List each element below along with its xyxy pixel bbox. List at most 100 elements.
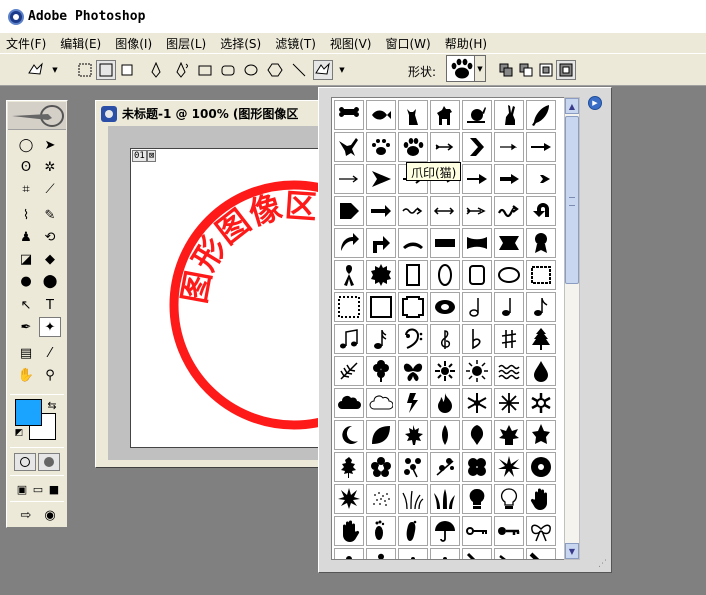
shape-grid-scrollbar[interactable]: ▲ ▼ xyxy=(564,97,580,560)
polygon-option[interactable] xyxy=(265,60,285,80)
menu-view[interactable]: 视图(V) xyxy=(330,35,372,52)
fill-pixels-button[interactable] xyxy=(117,60,137,80)
shape-cell-half-note[interactable] xyxy=(462,292,492,322)
shape-cell-frame-ornate[interactable] xyxy=(462,260,492,290)
type-tool[interactable]: T xyxy=(39,295,61,315)
scroll-thumb[interactable] xyxy=(565,116,579,284)
shape-cell-leaf-thin[interactable] xyxy=(430,420,460,450)
shape-cell-bass-clef[interactable] xyxy=(398,324,428,354)
shape-cell-tree[interactable] xyxy=(526,324,556,354)
brush-tool[interactable]: ✎ xyxy=(39,205,61,225)
shape-cell-starburst[interactable] xyxy=(494,452,524,482)
jump-to-imageready-icon[interactable]: ⇨ xyxy=(13,505,39,525)
shape-cell-fish[interactable] xyxy=(366,100,396,130)
menu-layer[interactable]: 图层(L) xyxy=(166,35,206,52)
shape-cell-stroke-3[interactable] xyxy=(526,548,556,559)
shape-cell-grass-thin[interactable] xyxy=(398,484,428,514)
shape-cell-puzzle-2[interactable] xyxy=(366,548,396,559)
magic-wand-tool[interactable]: ✲ xyxy=(39,157,61,177)
shape-cell-flower-petal[interactable] xyxy=(462,452,492,482)
shape-cell-snowflake-3[interactable] xyxy=(526,388,556,418)
rectangle-option[interactable] xyxy=(195,60,215,80)
shape-cell-paw-cat[interactable] xyxy=(398,132,428,162)
shape-cell-seal[interactable] xyxy=(366,260,396,290)
shape-cell-snowflake-2[interactable] xyxy=(494,388,524,418)
intersect-shape-area-button[interactable] xyxy=(536,60,556,80)
shape-cell-leaf-maple-2[interactable] xyxy=(494,420,524,450)
shape-cell-frame-dashed[interactable] xyxy=(334,292,364,322)
shape-options-dropdown-icon[interactable]: ▼ xyxy=(337,60,347,80)
shape-cell-puzzle-4[interactable] xyxy=(430,548,460,559)
shape-cell-beamed-notes[interactable] xyxy=(334,324,364,354)
menu-select[interactable]: 选择(S) xyxy=(220,35,261,52)
shape-cell-lightning[interactable] xyxy=(398,388,428,418)
add-to-shape-area-button[interactable] xyxy=(496,60,516,80)
shape-cell-sixteenth-note[interactable] xyxy=(366,324,396,354)
tool-preset-dropdown-icon[interactable]: ▼ xyxy=(50,60,60,80)
tool-preset-picker[interactable] xyxy=(26,60,46,80)
shape-cell-frame-round[interactable] xyxy=(494,260,524,290)
shape-cell-flower-5[interactable] xyxy=(366,452,396,482)
shape-picker[interactable]: ▼ xyxy=(446,55,486,82)
swap-colors-icon[interactable]: ⇆ xyxy=(41,395,63,415)
custom-shape-option[interactable] xyxy=(313,60,333,80)
paths-button[interactable] xyxy=(96,60,116,80)
shape-cell-dog[interactable] xyxy=(430,100,460,130)
imageready-icon[interactable]: ◉ xyxy=(39,505,61,525)
shape-cell-quill[interactable] xyxy=(526,100,556,130)
custom-shape-tool[interactable]: ✦ xyxy=(39,317,61,337)
shape-cell-key-old[interactable] xyxy=(462,516,492,546)
shape-cell-puzzle-3[interactable] xyxy=(398,548,428,559)
standard-mode-button[interactable] xyxy=(14,453,36,471)
shape-cell-maple-leaf[interactable] xyxy=(398,420,428,450)
shape-cell-arrow-feather[interactable] xyxy=(430,132,460,162)
resize-grip-icon[interactable]: ⋰ xyxy=(598,559,610,571)
ellipse-option[interactable] xyxy=(241,60,261,80)
line-option[interactable] xyxy=(289,60,309,80)
shape-picker-dropdown-icon[interactable]: ▼ xyxy=(474,56,485,81)
menu-window[interactable]: 窗口(W) xyxy=(385,35,430,52)
exclude-shape-area-button[interactable] xyxy=(556,60,576,80)
freeform-pen-option[interactable] xyxy=(171,60,191,80)
move-tool[interactable]: ➤ xyxy=(39,135,61,155)
shape-cell-hand-left[interactable] xyxy=(334,516,364,546)
scroll-up-icon[interactable]: ▲ xyxy=(565,98,579,114)
shape-cell-flower-round[interactable] xyxy=(526,452,556,482)
shape-cell-butterfly[interactable] xyxy=(398,356,428,386)
shape-cell-quarter-note[interactable] xyxy=(494,292,524,322)
pen-option[interactable] xyxy=(146,60,166,80)
shape-cell-arrow-curve[interactable] xyxy=(334,228,364,258)
shape-cell-bone[interactable] xyxy=(334,100,364,130)
shape-cell-frame-eye[interactable] xyxy=(430,292,460,322)
shape-cell-clover[interactable] xyxy=(366,356,396,386)
menu-file[interactable]: 文件(F) xyxy=(6,35,46,52)
shape-cell-foot-bare[interactable] xyxy=(398,516,428,546)
shape-cell-leaf-pointed[interactable] xyxy=(526,420,556,450)
shape-cell-arrow-bold[interactable] xyxy=(366,196,396,226)
document-title-bar[interactable]: 未标题-1 @ 100% (图形图像区 xyxy=(96,101,339,126)
scroll-down-icon[interactable]: ▼ xyxy=(565,543,579,559)
crop-tool[interactable]: ⌗ xyxy=(15,179,37,199)
shape-cell-arrow-triangle[interactable] xyxy=(366,164,396,194)
shape-cell-ribbon[interactable] xyxy=(334,260,364,290)
shape-cell-bird[interactable] xyxy=(334,132,364,162)
shape-cell-sharp-sign[interactable] xyxy=(494,324,524,354)
clone-stamp-tool[interactable]: ♟ xyxy=(15,227,37,247)
shape-cell-arrow-heavy[interactable] xyxy=(526,132,556,162)
shape-cell-paw-dog[interactable] xyxy=(366,132,396,162)
shape-cell-flower-branch[interactable] xyxy=(430,452,460,482)
shape-cell-arrow-head[interactable] xyxy=(462,164,492,194)
shape-cell-puzzle-1[interactable] xyxy=(334,548,364,559)
document-canvas-area[interactable]: 01 ⊠ 图形图像区专 xyxy=(108,126,341,460)
shape-cell-arrow-uturn[interactable] xyxy=(526,196,556,226)
shape-cell-hand-dark[interactable] xyxy=(526,484,556,514)
shape-cell-fire[interactable] xyxy=(430,388,460,418)
shape-cell-sun[interactable] xyxy=(462,356,492,386)
shape-cell-flat-sign[interactable] xyxy=(462,324,492,354)
shape-cell-arrow-line[interactable] xyxy=(334,164,364,194)
panel-menu-icon[interactable]: ▶ xyxy=(588,96,602,110)
shape-cell-banner-arch[interactable] xyxy=(398,228,428,258)
slice-tool[interactable]: ⟋ xyxy=(39,179,61,199)
hand-tool[interactable]: ✋ xyxy=(15,365,37,385)
shape-cell-umbrella[interactable] xyxy=(430,516,460,546)
